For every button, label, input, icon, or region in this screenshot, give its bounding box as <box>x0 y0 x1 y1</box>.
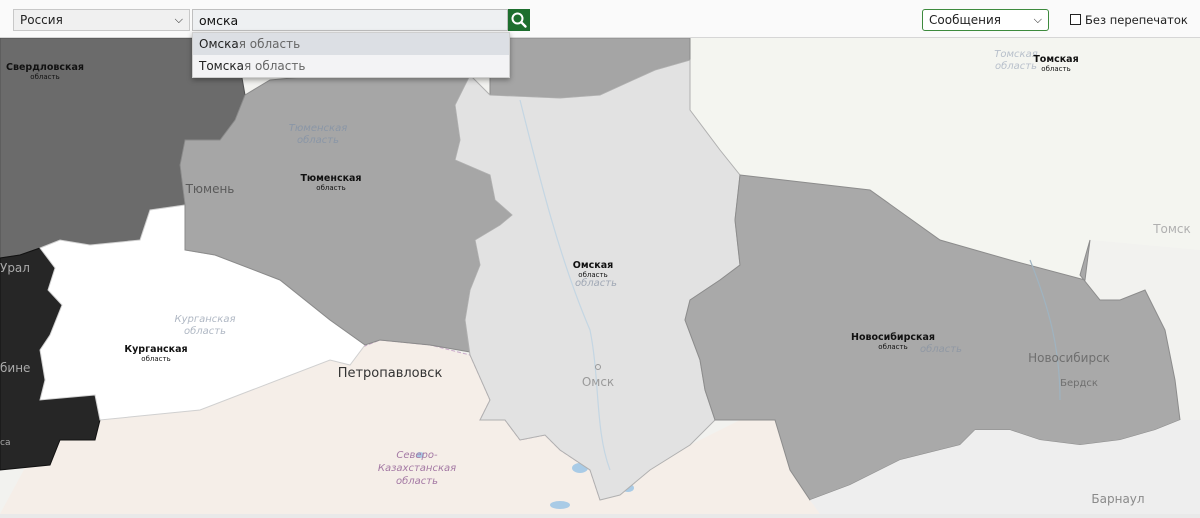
checkbox-icon[interactable] <box>1070 14 1081 25</box>
suggestion-rest: я область <box>238 37 301 51</box>
tyumen-label: Тюменская <box>300 173 361 184</box>
novosibirsk-label: Новосибирская <box>851 332 935 343</box>
tomsk-sub: область <box>1041 65 1070 73</box>
sverdlovsk-label: Свердловская <box>6 62 84 73</box>
suggestion-dropdown: Омская область Томская область <box>192 32 510 78</box>
search-button[interactable] <box>508 9 530 31</box>
ural-fragment-label: Урал <box>0 261 30 275</box>
novosibirsk-sub: область <box>878 343 907 351</box>
reprint-checkbox[interactable]: Без перепечаток <box>1070 13 1188 27</box>
map[interactable]: Тюменская область Тюмень область Омск об… <box>0 38 1200 514</box>
sverdlovsk-sub: область <box>30 73 59 81</box>
berdsk-label: Бердск <box>1060 378 1098 389</box>
search-field[interactable] <box>192 9 508 31</box>
tyumen-region-base-label: Тюменская <box>289 123 347 134</box>
petropavlovsk-label: Петропавловск <box>338 366 443 381</box>
country-select[interactable]: Россия ⌵ <box>13 9 190 31</box>
country-select-value: Россия <box>20 13 63 27</box>
novosibirsk-city-label: Новосибирск <box>1028 351 1110 365</box>
tyumen-sub: область <box>316 184 345 192</box>
kurgan-region-base-label: Курганская <box>175 314 236 325</box>
kurgan-sub: область <box>141 355 170 363</box>
tomsk-region-base-sub: область <box>995 60 1037 72</box>
omsk-city-label: Омск <box>582 375 614 389</box>
nkz-label-2: Казахстанская <box>378 463 456 474</box>
omsk-label: Омская <box>573 260 613 271</box>
suggestion-match: Омска <box>199 37 239 51</box>
chevron-down-icon: ⌵ <box>1033 13 1042 26</box>
barnaul-label: Барнаул <box>1091 492 1144 506</box>
omsk-sub: область <box>578 271 607 279</box>
search-input[interactable] <box>193 10 493 31</box>
sa-fragment-label: са <box>0 438 10 448</box>
layer-select-value: Сообщения <box>929 13 1002 27</box>
tyumen-region-base-sub: область <box>297 134 339 146</box>
nkz-label-1: Северо- <box>396 450 438 461</box>
toolbar: Россия ⌵ Сообщения ⌵ Без перепечаток <box>0 0 1200 38</box>
tomsk-region-base-label: Томская <box>994 49 1037 60</box>
kurgan-region-base-sub: область <box>184 325 226 337</box>
search-icon <box>511 12 527 28</box>
tomsk-label: Томская <box>1033 54 1078 65</box>
layer-select[interactable]: Сообщения ⌵ <box>922 9 1049 31</box>
kurgan-label: Курганская <box>124 344 187 355</box>
tomsk-city-label: Томск <box>1152 222 1191 236</box>
chevron-down-icon: ⌵ <box>174 13 183 26</box>
suggestion-rest: я область <box>243 59 306 73</box>
suggestion-item[interactable]: Омская область <box>193 33 509 55</box>
suggestion-match: Томска <box>199 59 244 73</box>
novosibirsk-region-base-sub: область <box>920 343 962 355</box>
bin-fragment-label: бине <box>0 361 30 375</box>
lake <box>550 501 570 509</box>
suggestion-item[interactable]: Томская область <box>193 55 509 77</box>
reprint-label: Без перепечаток <box>1085 13 1188 27</box>
tyumen-city-label: Тюмень <box>185 182 235 196</box>
nkz-label-3: область <box>396 475 438 487</box>
